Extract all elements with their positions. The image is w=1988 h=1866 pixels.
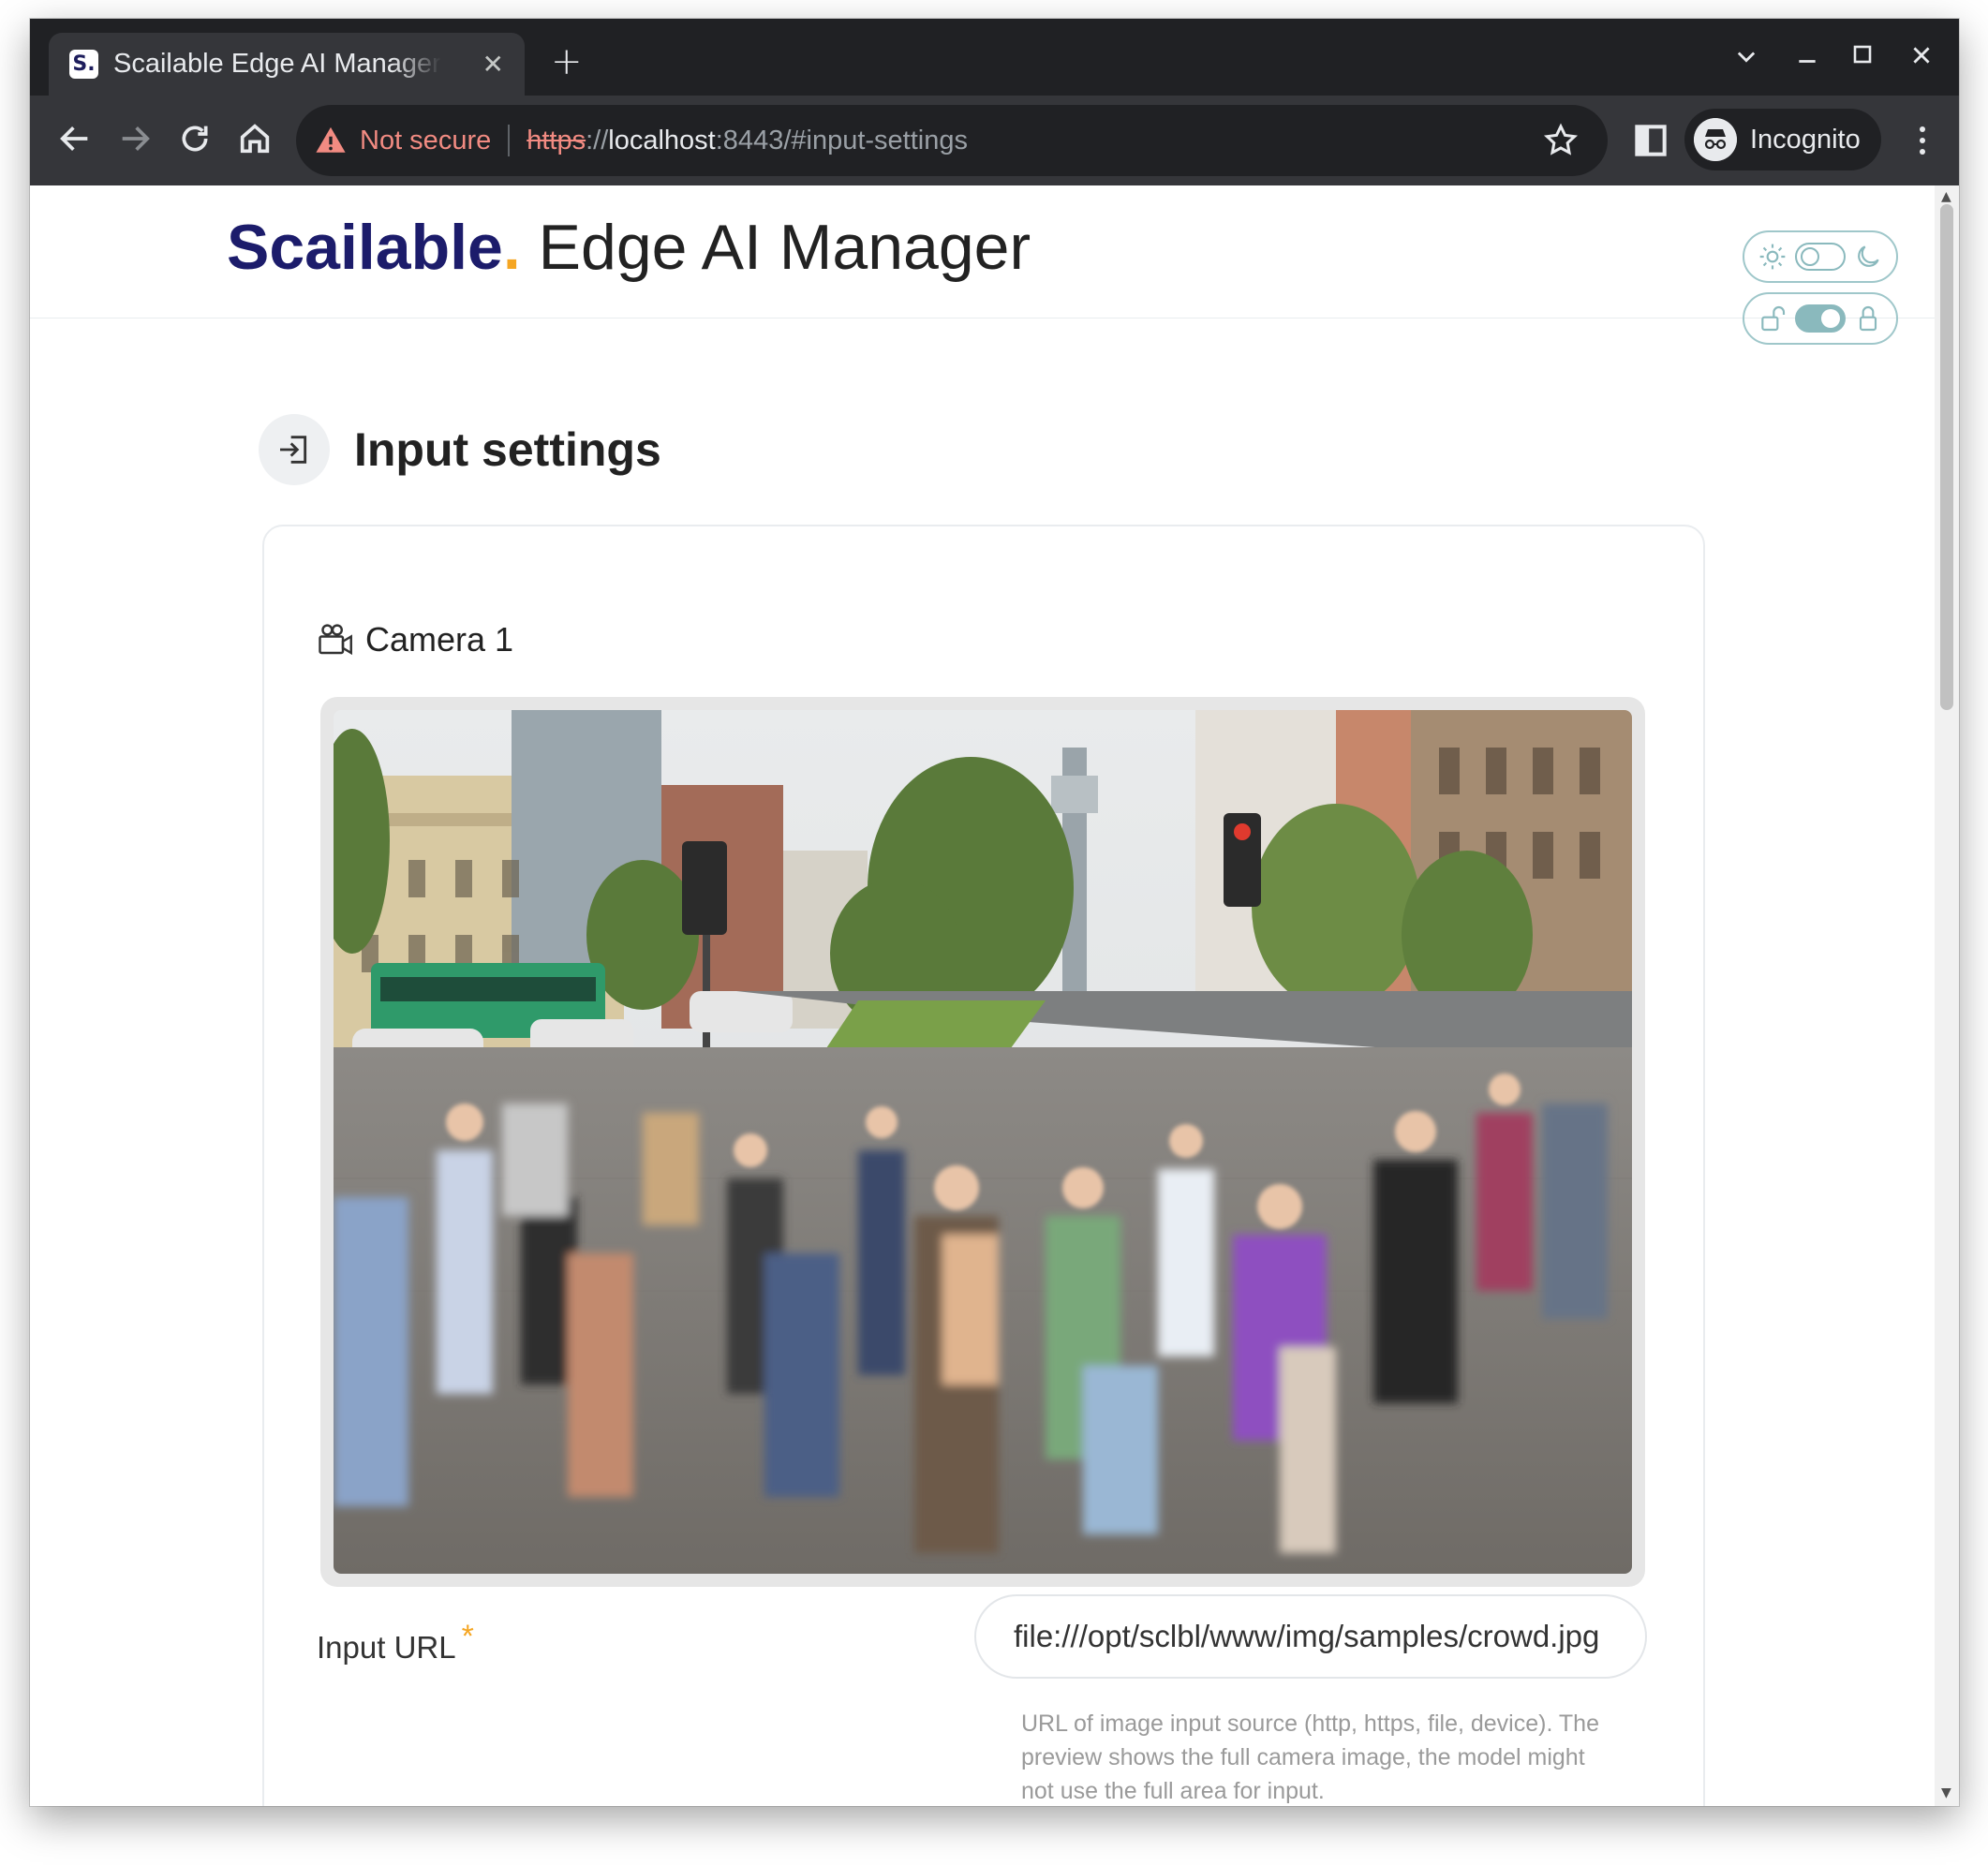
incognito-label: Incognito [1750,124,1861,155]
bookmark-star-icon[interactable] [1542,122,1580,159]
sun-icon [1759,244,1786,270]
camera-preview-image [315,710,1632,1574]
brand-subtitle: Edge AI Manager [520,212,1031,283]
app-header: Scailable. Edge AI Manager [30,185,1935,345]
app-logo[interactable]: Scailable. Edge AI Manager [227,215,1031,279]
browser-toolbar: Not secure https :// localhost :8443/#in… [30,96,1959,185]
input-url-label: Input URL * [317,1619,474,1666]
scrollbar-thumb[interactable] [1940,204,1953,710]
camera-preview [315,697,1645,1587]
lock-switch[interactable] [1795,304,1846,333]
favicon-icon: S. [69,50,98,79]
video-camera-icon [319,624,352,656]
new-tab-button[interactable]: + [551,43,583,81]
lock-toggle[interactable] [1743,292,1898,345]
maximize-icon[interactable] [1851,43,1874,71]
tab-title: Scailable Edge AI Manager [113,49,441,79]
camera-card: Camera 1 Input URL * file:///opt/sclbl/w… [262,525,1705,1806]
home-icon[interactable] [236,120,277,161]
input-settings-icon [259,414,330,485]
page-viewport: Scailable. Edge AI Manager Input setting… [30,185,1959,1806]
side-panel-icon[interactable] [1630,120,1671,161]
browser-tab[interactable]: S. Scailable Edge AI Manager ✕ [49,33,525,96]
camera-heading: Camera 1 [317,620,513,659]
incognito-icon [1694,118,1737,161]
brand-dot: . [502,212,521,283]
scroll-down-icon[interactable]: ▼ [1941,1785,1951,1800]
url-path: :8443/#input-settings [715,125,968,156]
menu-kebab-icon[interactable] [1913,122,1932,159]
warning-icon [316,126,346,153]
url-host: localhost [608,125,716,156]
input-url-help-text: URL of image input source (http, https, … [1021,1710,1599,1804]
page-title: Input settings [354,423,661,476]
browser-window: S. Scailable Edge AI Manager ✕ + Not sec… [30,19,1959,1806]
omnibox-separator [508,125,511,156]
input-url-field[interactable] [974,1594,1647,1679]
url-separator: :// [586,125,609,156]
tab-search-icon[interactable] [1733,43,1759,75]
required-marker: * [461,1619,474,1654]
moon-icon [1858,245,1879,267]
minimize-icon[interactable] [1795,43,1819,73]
section-header: Input settings [259,414,661,485]
forward-icon[interactable] [116,120,157,161]
page-scrollbar[interactable]: ▲ ▼ [1935,185,1959,1806]
camera-label: Camera 1 [365,620,514,659]
theme-switch[interactable] [1795,243,1846,271]
unlock-icon [1761,306,1786,332]
brand-name: Scailable [227,212,503,283]
incognito-indicator[interactable]: Incognito [1684,109,1881,170]
scroll-up-icon[interactable]: ▲ [1941,189,1951,204]
close-tab-icon[interactable]: ✕ [482,49,504,80]
close-window-icon[interactable] [1909,43,1934,73]
input-url-label-text: Input URL [317,1630,456,1665]
back-icon[interactable] [56,120,97,161]
not-secure-label[interactable]: Not secure [360,126,491,156]
url-scheme: https [527,125,586,156]
browser-titlebar: S. Scailable Edge AI Manager ✕ + [30,19,1959,96]
theme-toggle[interactable] [1743,230,1898,283]
lock-icon [1859,306,1877,332]
address-bar[interactable]: Not secure https :// localhost :8443/#in… [296,105,1608,176]
reload-icon[interactable] [176,120,217,161]
